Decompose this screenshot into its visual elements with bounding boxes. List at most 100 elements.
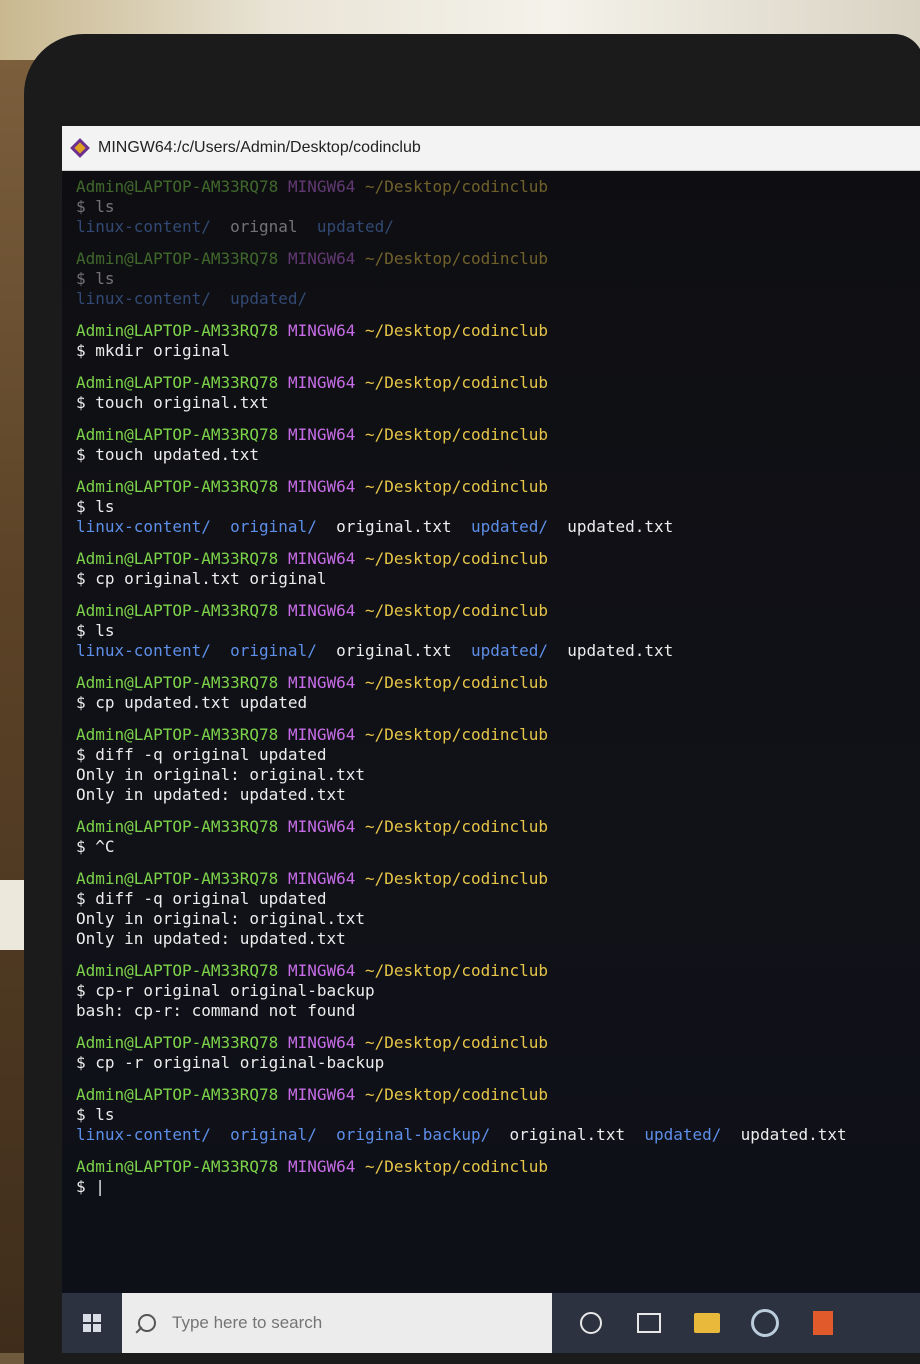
command-line: $ ls [76, 621, 115, 640]
prompt-line: Admin@LAPTOP-AM33RQ78 MINGW64 ~/Desktop/… [76, 249, 920, 269]
office-button[interactable] [802, 1302, 844, 1344]
prompt-line: Admin@LAPTOP-AM33RQ78 MINGW64 ~/Desktop/… [76, 373, 920, 393]
directory-name: original/ [230, 517, 317, 536]
prompt-path: ~/Desktop/codinclub [365, 1033, 549, 1052]
prompt-user: Admin@LAPTOP-AM33RQ78 [76, 549, 279, 568]
terminal-block: Admin@LAPTOP-AM33RQ78 MINGW64 ~/Desktop/… [76, 321, 920, 361]
window-title: MINGW64:/c/Users/Admin/Desktop/codinclub [98, 139, 421, 156]
taskbar-search[interactable] [122, 1293, 552, 1353]
prompt-host: MINGW64 [287, 725, 356, 744]
browser-button[interactable] [744, 1302, 786, 1344]
command-line: $ diff -q original updated [76, 889, 327, 908]
prompt-line: Admin@LAPTOP-AM33RQ78 MINGW64 ~/Desktop/… [76, 425, 920, 445]
search-input[interactable] [170, 1312, 504, 1334]
folder-icon [694, 1313, 720, 1333]
output-text: original.txt [316, 517, 471, 536]
output-line: Only in updated: updated.txt [76, 785, 920, 805]
taskbar-icons [570, 1302, 860, 1344]
prompt-user: Admin@LAPTOP-AM33RQ78 [76, 177, 279, 196]
prompt-host: MINGW64 [287, 549, 356, 568]
directory-name: updated/ [316, 217, 394, 236]
windows-taskbar [62, 1293, 920, 1353]
prompt-user: Admin@LAPTOP-AM33RQ78 [76, 725, 279, 744]
prompt-user: Admin@LAPTOP-AM33RQ78 [76, 601, 279, 620]
output-text: Only in updated: updated.txt [76, 929, 346, 948]
output-text: Only in original: original.txt [76, 909, 365, 928]
output-text: original.txt [316, 641, 471, 660]
output-text: orignal [210, 217, 317, 236]
command-line: $ ^C [76, 837, 115, 856]
prompt-host: MINGW64 [287, 1157, 356, 1176]
prompt-line: Admin@LAPTOP-AM33RQ78 MINGW64 ~/Desktop/… [76, 673, 920, 693]
task-view-button[interactable] [628, 1302, 670, 1344]
directory-name: original/ [230, 641, 317, 660]
prompt-path: ~/Desktop/codinclub [365, 817, 549, 836]
prompt-user: Admin@LAPTOP-AM33RQ78 [76, 961, 279, 980]
command-line: $ cp-r original original-backup [76, 981, 375, 1000]
prompt-line: Admin@LAPTOP-AM33RQ78 MINGW64 ~/Desktop/… [76, 869, 920, 889]
prompt-user: Admin@LAPTOP-AM33RQ78 [76, 817, 279, 836]
prompt-host: MINGW64 [287, 373, 356, 392]
prompt-path: ~/Desktop/codinclub [365, 249, 549, 268]
terminal-block: Admin@LAPTOP-AM33RQ78 MINGW64 ~/Desktop/… [76, 961, 920, 1021]
prompt-path: ~/Desktop/codinclub [365, 1157, 549, 1176]
output-text: bash: cp-r: command not found [76, 1001, 356, 1020]
prompt-user: Admin@LAPTOP-AM33RQ78 [76, 373, 279, 392]
prompt-path: ~/Desktop/codinclub [365, 961, 549, 980]
prompt-host: MINGW64 [287, 601, 356, 620]
terminal-output[interactable]: Admin@LAPTOP-AM33RQ78 MINGW64 ~/Desktop/… [62, 171, 920, 1197]
output-line: linux-content/ original/ original-backup… [76, 1125, 920, 1145]
terminal-block: Admin@LAPTOP-AM33RQ78 MINGW64 ~/Desktop/… [76, 673, 920, 713]
prompt-path: ~/Desktop/codinclub [365, 177, 549, 196]
prompt-user: Admin@LAPTOP-AM33RQ78 [76, 1085, 279, 1104]
terminal-block: Admin@LAPTOP-AM33RQ78 MINGW64 ~/Desktop/… [76, 177, 920, 237]
command-line: $ ls [76, 197, 115, 216]
prompt-host: MINGW64 [287, 177, 356, 196]
terminal-block: Admin@LAPTOP-AM33RQ78 MINGW64 ~/Desktop/… [76, 601, 920, 661]
prompt-host: MINGW64 [287, 673, 356, 692]
search-icon [138, 1314, 156, 1332]
prompt-line: Admin@LAPTOP-AM33RQ78 MINGW64 ~/Desktop/… [76, 321, 920, 341]
directory-name: original-backup/ [336, 1125, 491, 1144]
prompt-user: Admin@LAPTOP-AM33RQ78 [76, 321, 279, 340]
prompt-user: Admin@LAPTOP-AM33RQ78 [76, 425, 279, 444]
output-line: linux-content/ original/ original.txt up… [76, 517, 920, 537]
terminal-block: Admin@LAPTOP-AM33RQ78 MINGW64 ~/Desktop/… [76, 817, 920, 857]
terminal-block: Admin@LAPTOP-AM33RQ78 MINGW64 ~/Desktop/… [76, 477, 920, 537]
prompt-host: MINGW64 [287, 1085, 356, 1104]
cortana-button[interactable] [570, 1302, 612, 1344]
laptop-screen: MINGW64:/c/Users/Admin/Desktop/codinclub… [62, 126, 920, 1353]
prompt-line: Admin@LAPTOP-AM33RQ78 MINGW64 ~/Desktop/… [76, 177, 920, 197]
command-line: $ diff -q original updated [76, 745, 327, 764]
prompt-host: MINGW64 [287, 961, 356, 980]
command-line: $ cp -r original original-backup [76, 1053, 385, 1072]
prompt-path: ~/Desktop/codinclub [365, 549, 549, 568]
file-explorer-button[interactable] [686, 1302, 728, 1344]
prompt-path: ~/Desktop/codinclub [365, 373, 549, 392]
prompt-line: Admin@LAPTOP-AM33RQ78 MINGW64 ~/Desktop/… [76, 477, 920, 497]
output-text: Only in updated: updated.txt [76, 785, 346, 804]
prompt-user: Admin@LAPTOP-AM33RQ78 [76, 869, 279, 888]
prompt-user: Admin@LAPTOP-AM33RQ78 [76, 1157, 279, 1176]
start-button[interactable] [62, 1293, 122, 1353]
prompt-line: Admin@LAPTOP-AM33RQ78 MINGW64 ~/Desktop/… [76, 961, 920, 981]
command-line: $ touch original.txt [76, 393, 269, 412]
task-view-icon [637, 1313, 661, 1333]
output-line: bash: cp-r: command not found [76, 1001, 920, 1021]
directory-name: linux-content/ [76, 517, 211, 536]
terminal-block: Admin@LAPTOP-AM33RQ78 MINGW64 ~/Desktop/… [76, 549, 920, 589]
prompt-host: MINGW64 [287, 817, 356, 836]
command-line: $ | [76, 1177, 105, 1196]
terminal-block: Admin@LAPTOP-AM33RQ78 MINGW64 ~/Desktop/… [76, 425, 920, 465]
prompt-host: MINGW64 [287, 249, 356, 268]
terminal-block: Admin@LAPTOP-AM33RQ78 MINGW64 ~/Desktop/… [76, 725, 920, 805]
terminal-titlebar[interactable]: MINGW64:/c/Users/Admin/Desktop/codinclub [62, 126, 920, 171]
prompt-path: ~/Desktop/codinclub [365, 321, 549, 340]
prompt-line: Admin@LAPTOP-AM33RQ78 MINGW64 ~/Desktop/… [76, 1085, 920, 1105]
terminal-block: Admin@LAPTOP-AM33RQ78 MINGW64 ~/Desktop/… [76, 1033, 920, 1073]
command-line: $ ls [76, 1105, 115, 1124]
mingw-app-icon [70, 138, 90, 158]
directory-name: linux-content/ [76, 1125, 211, 1144]
